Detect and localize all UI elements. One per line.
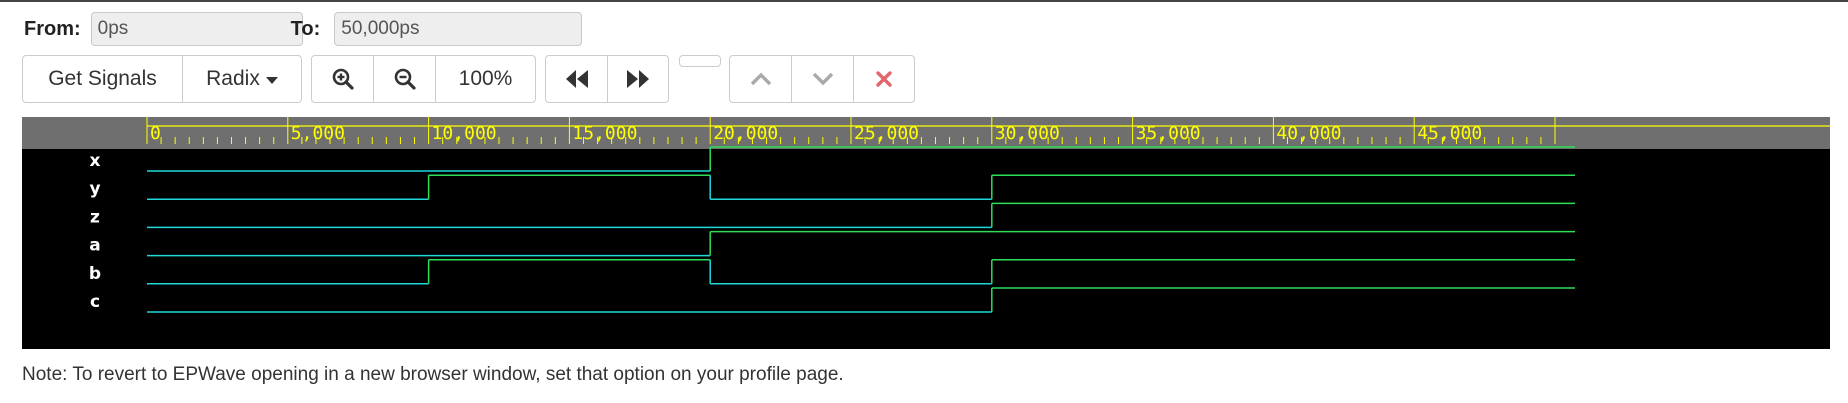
signal-name-c: c — [90, 292, 100, 312]
signal-name-a: a — [89, 236, 100, 256]
caret-down-icon — [265, 76, 278, 84]
cursor-value-display — [679, 55, 721, 67]
navigation-button-group — [545, 55, 669, 103]
ruler-tick-label: 40,000 — [1276, 123, 1341, 144]
chevron-up-icon — [750, 72, 771, 86]
zoom-in-button[interactable] — [312, 56, 374, 102]
ruler-tick-label: 45,000 — [1417, 123, 1482, 144]
signals-button-group: Get Signals Radix — [22, 55, 302, 103]
signal-name-b: b — [89, 264, 101, 284]
ruler-tick-label: 5,000 — [291, 123, 345, 144]
ruler-tick-label: 0 — [150, 123, 161, 144]
from-label: From: — [24, 17, 81, 40]
signal-name-x: x — [90, 151, 101, 171]
waveform-viewer[interactable]: 0 5,000 10,000 15,000 20,000 25,000 30,000 35,0… — [22, 117, 1830, 349]
search-nav-button-group — [729, 55, 915, 103]
zoom-out-button[interactable] — [374, 56, 436, 102]
signal-name-y: y — [89, 179, 100, 199]
waveform-canvas[interactable]: 0 5,000 10,000 15,000 20,000 25,000 30,000 35,0… — [22, 117, 1830, 349]
fast-forward-icon — [627, 70, 649, 88]
next-edge-button[interactable] — [792, 56, 854, 102]
ruler-tick-label: 10,000 — [432, 123, 497, 144]
close-icon — [876, 71, 892, 87]
zoom-level[interactable]: 100% — [436, 56, 535, 102]
to-label: To: — [290, 17, 321, 40]
fast-backward-icon — [565, 70, 588, 88]
clear-search-button[interactable] — [854, 56, 914, 102]
zoom-out-icon — [394, 68, 416, 90]
ruler-tick-label: 15,000 — [572, 123, 637, 144]
ruler-tick-label: 35,000 — [1136, 123, 1201, 144]
radix-label: Radix — [206, 67, 260, 90]
to-input[interactable]: 50,000ps — [334, 12, 583, 46]
previous-edge-button[interactable] — [730, 56, 792, 102]
get-signals-button[interactable]: Get Signals — [23, 56, 183, 102]
note-text: Note: To revert to EPWave opening in a n… — [22, 364, 844, 385]
ruler-tick-label: 25,000 — [854, 123, 919, 144]
ruler-tick-label: 30,000 — [995, 123, 1060, 144]
chevron-down-icon — [812, 72, 833, 86]
signal-name-z: z — [90, 207, 100, 227]
time-range-bar: From: 0ps To: 50,000ps — [24, 11, 583, 47]
zoom-in-icon — [332, 68, 354, 90]
rewind-button[interactable] — [546, 56, 608, 102]
top-border — [0, 0, 1848, 2]
from-input[interactable]: 0ps — [90, 12, 303, 46]
ruler-tick-label: 20,000 — [713, 123, 778, 144]
zoom-button-group: 100% — [311, 55, 536, 103]
forward-button[interactable] — [608, 56, 668, 102]
radix-dropdown-button[interactable]: Radix — [183, 56, 301, 102]
